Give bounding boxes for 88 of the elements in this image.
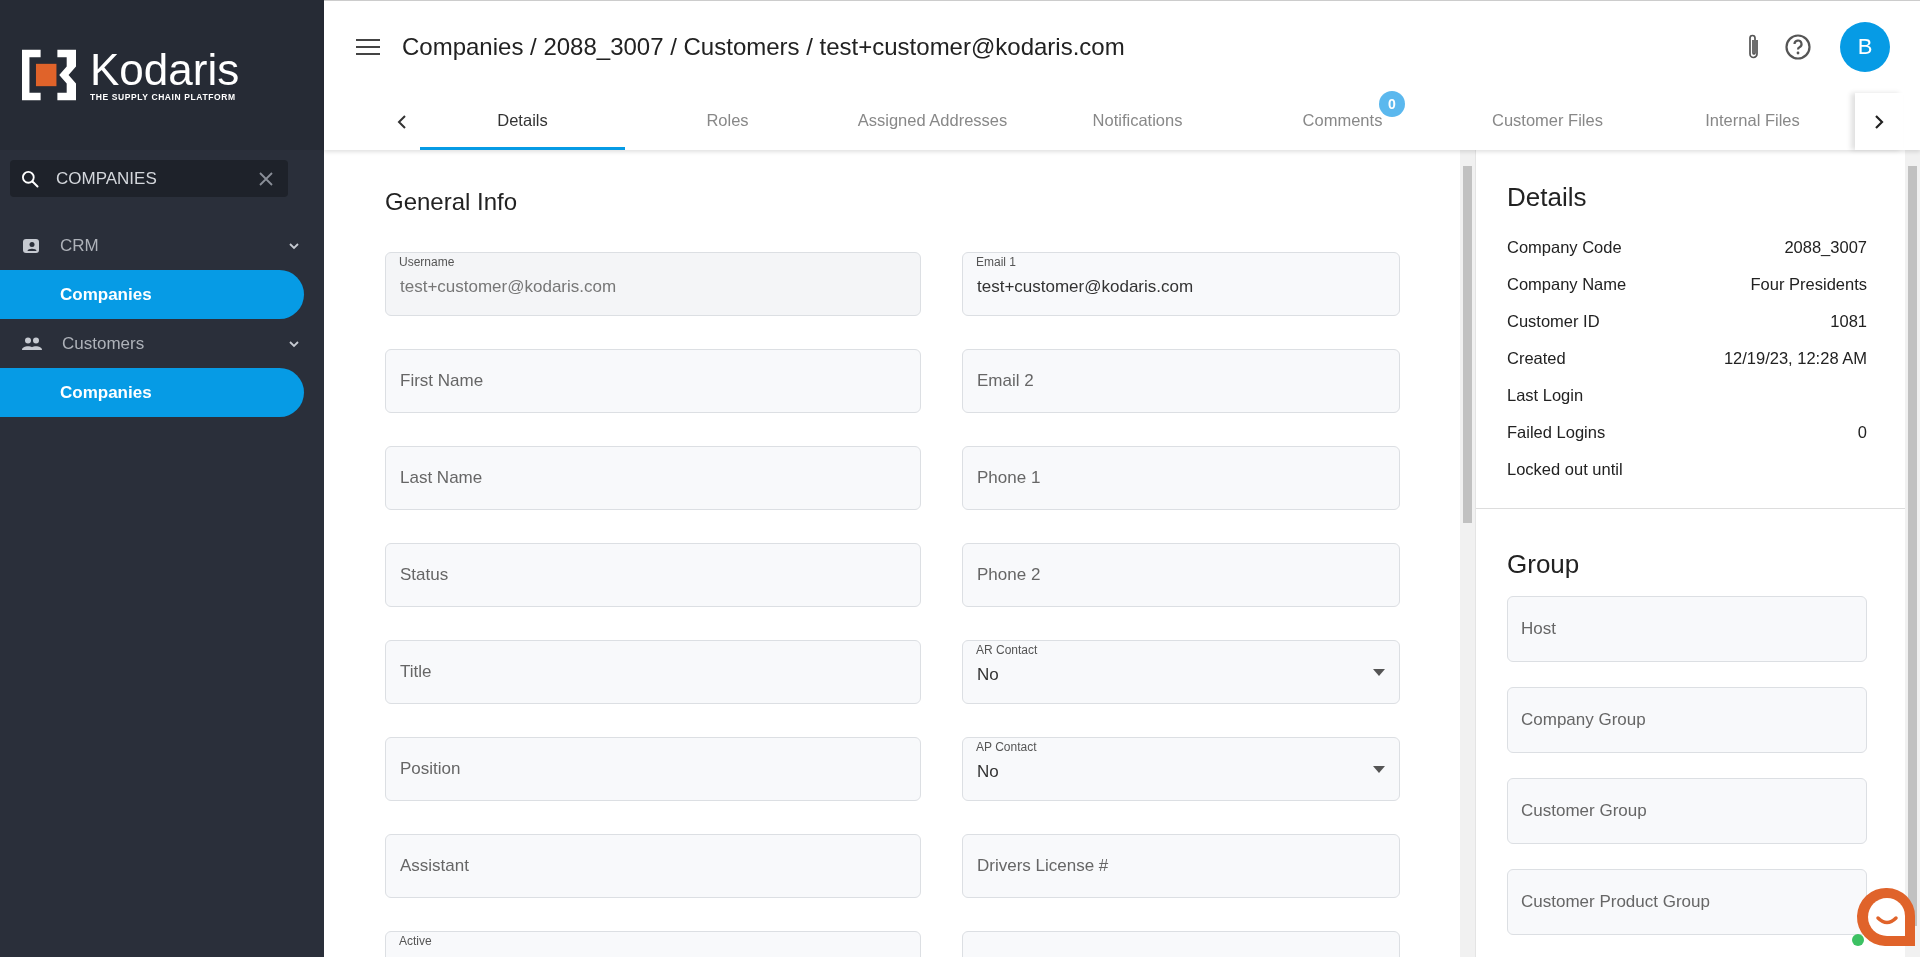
nav-item[interactable]: Companies — [0, 270, 304, 319]
field-placeholder: Assistant — [400, 856, 469, 876]
tab[interactable]: Internal Files — [1650, 93, 1855, 150]
field-value: No — [977, 664, 1000, 685]
tab[interactable]: Customer Files — [1445, 93, 1650, 150]
logo-name: Kodaris — [90, 48, 240, 92]
tab[interactable]: Details — [420, 93, 625, 150]
field-label: Email 1 — [975, 255, 1017, 270]
detail-value: 2088_3007 — [1784, 238, 1867, 257]
field-placeholder: Company Group — [1521, 710, 1646, 730]
field-placeholder: Phone 2 — [977, 565, 1041, 585]
count-badge: 0 — [1379, 91, 1405, 117]
field-label: Username — [398, 255, 456, 270]
nav-group-label: Customers — [62, 333, 146, 354]
tab[interactable]: Assigned Addresses — [830, 93, 1035, 150]
detail-value: 0 — [1857, 423, 1867, 442]
field-placeholder: Last Name — [400, 468, 483, 488]
text-field[interactable]: Host — [1507, 596, 1867, 662]
search-field[interactable]: COMPANIES — [10, 160, 288, 197]
logo-icon — [22, 48, 76, 102]
field-placeholder: Phone 1 — [977, 468, 1041, 488]
section-title: Details — [1507, 182, 1588, 213]
detail-label: Company Name — [1507, 275, 1627, 294]
contact-card-icon — [22, 236, 40, 255]
tab[interactable]: Notifications — [1035, 93, 1240, 150]
text-field[interactable]: Phone 1 — [962, 446, 1400, 510]
text-field[interactable]: Drivers License # — [962, 834, 1400, 898]
detail-value: 12/19/23, 12:28 AM — [1723, 349, 1867, 368]
tab[interactable]: Roles — [625, 93, 830, 150]
menu-icon[interactable] — [356, 38, 380, 56]
text-field[interactable]: Assistant — [385, 834, 921, 898]
nav-group-item[interactable]: Customers — [0, 319, 324, 368]
text-field[interactable]: Last Name — [385, 446, 921, 510]
detail-value: Four Presidents — [1750, 275, 1867, 294]
text-field[interactable]: Customer Group — [1507, 778, 1867, 844]
field-placeholder: Status — [400, 565, 449, 585]
select-field[interactable]: AP Contact No — [962, 737, 1400, 801]
text-field[interactable]: Title — [385, 640, 921, 704]
detail-label: Locked out until — [1507, 460, 1623, 479]
field-value: test+customer@kodaris.com — [977, 276, 1195, 297]
detail-label: Created — [1507, 349, 1566, 368]
text-field[interactable]: Customer Product Group — [1507, 869, 1867, 935]
search-icon — [20, 168, 40, 189]
text-field[interactable]: Email 2 — [962, 349, 1400, 413]
logo-tagline: THE SUPPLY CHAIN PLATFORM — [90, 92, 237, 102]
text-field[interactable]: First Name — [385, 349, 921, 413]
field-placeholder: First Name — [400, 371, 484, 391]
text-field[interactable]: Phone 2 — [962, 543, 1400, 607]
detail-label: Last Login — [1507, 386, 1584, 405]
field-label: Active — [398, 934, 433, 949]
user-avatar[interactable]: B — [1840, 22, 1890, 72]
field-value: No — [977, 761, 1000, 782]
detail-label: Customer ID — [1507, 312, 1600, 331]
field-label: AR Contact — [975, 643, 1039, 658]
text-field[interactable]: Email 1 test+customer@kodaris.com — [962, 252, 1400, 316]
field-placeholder: Title — [400, 662, 432, 682]
text-field[interactable]: Position — [385, 737, 921, 801]
nav-group-item[interactable]: CRM — [0, 221, 324, 270]
close-icon[interactable] — [258, 170, 274, 187]
section-title: General Info — [385, 188, 519, 216]
field-placeholder: Host — [1521, 619, 1556, 639]
text-field[interactable]: Company Group — [1507, 687, 1867, 753]
caret-icon — [1373, 668, 1385, 676]
chevron-right-icon — [1873, 113, 1885, 130]
scrollbar[interactable] — [1460, 150, 1475, 957]
field-placeholder: Email 2 — [977, 371, 1034, 391]
field-placeholder: Drivers License # — [977, 856, 1109, 876]
help-icon[interactable] — [1784, 33, 1812, 61]
people-icon — [22, 335, 42, 352]
tab[interactable]: Comments 0 — [1240, 93, 1445, 150]
select-field[interactable]: AR Contact No — [962, 640, 1400, 704]
detail-value: 1081 — [1830, 312, 1867, 331]
detail-label: Failed Logins — [1507, 423, 1606, 442]
scrollbar[interactable] — [1905, 150, 1920, 957]
breadcrumb: Companies / 2088_3007 / Customers / test+customer@kodaris.com — [402, 33, 1125, 61]
field-label: AP Contact — [975, 740, 1038, 755]
section-title: Group — [1507, 549, 1581, 580]
text-field[interactable]: Active — [385, 931, 921, 957]
field-placeholder: Position — [400, 759, 461, 779]
field-value: test+customer@kodaris.com — [400, 276, 618, 297]
field-placeholder: Customer Product Group — [1521, 892, 1710, 912]
search-input[interactable]: COMPANIES — [56, 168, 242, 189]
caret-icon — [1373, 765, 1385, 773]
field-placeholder: Customer Group — [1521, 801, 1647, 821]
detail-label: Company Code — [1507, 238, 1622, 257]
text-field[interactable]: Status — [385, 543, 921, 607]
nav-group-label: CRM — [60, 235, 100, 256]
nav-item[interactable]: Companies — [0, 368, 304, 417]
